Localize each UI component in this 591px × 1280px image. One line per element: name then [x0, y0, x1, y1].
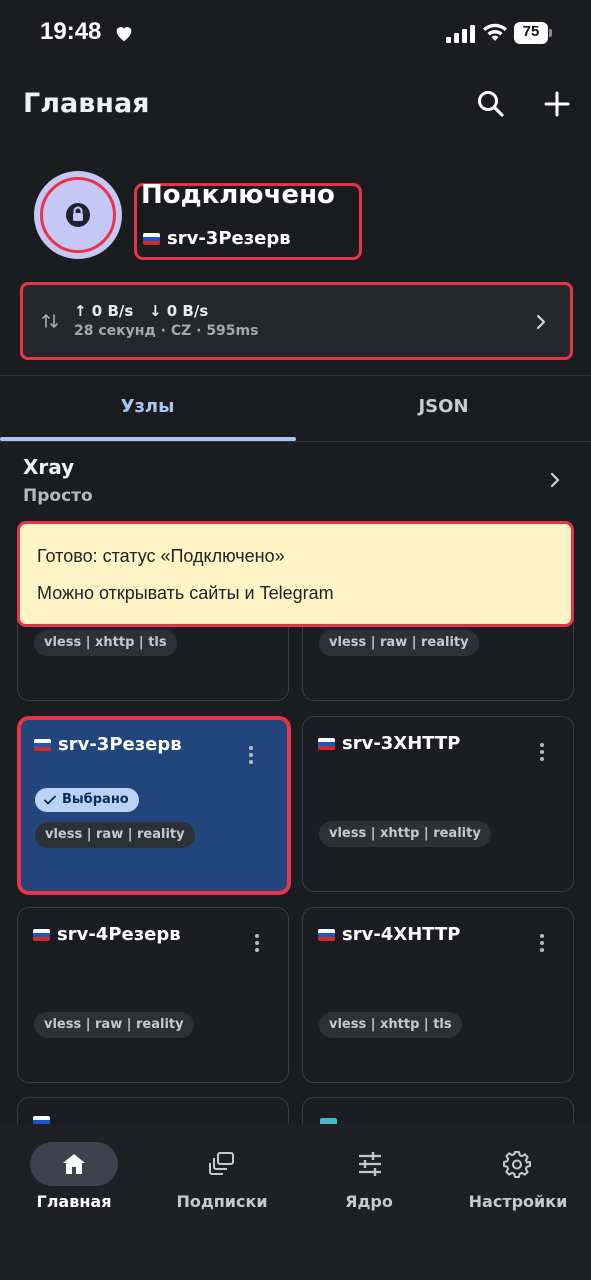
divider — [0, 375, 591, 376]
nav-core[interactable]: Ядро — [305, 1192, 433, 1211]
search-icon[interactable] — [475, 88, 507, 120]
node-name: srv-4XHTTP — [318, 924, 460, 945]
node-tags: vless | xhttp | reality — [319, 821, 491, 847]
connection-server: srv-3Резерв — [143, 228, 291, 249]
chevron-right-icon — [536, 314, 546, 330]
wifi-icon — [483, 23, 507, 41]
flag-ru-icon — [34, 738, 51, 751]
tab-nodes[interactable]: Узлы — [0, 396, 295, 417]
transfer-arrows-icon — [42, 314, 58, 328]
tab-json[interactable]: JSON — [296, 396, 591, 417]
home-icon[interactable] — [60, 1150, 88, 1178]
status-time: 19:48 — [40, 18, 102, 45]
gear-icon[interactable] — [503, 1150, 531, 1178]
heart-icon — [116, 27, 132, 42]
selected-badge: Выбрано — [35, 788, 139, 812]
flag-ru-icon — [33, 928, 50, 941]
battery-level: 75 — [522, 23, 540, 40]
nav-home[interactable]: Главная — [10, 1192, 138, 1211]
connection-details: 28 секунд · CZ · 595ms — [74, 323, 259, 339]
status-bar: 19:48 75 — [0, 0, 591, 70]
more-vert-icon[interactable] — [248, 746, 254, 768]
node-tags: vless | xhttp | tls — [319, 1012, 462, 1038]
node-card[interactable]: srv-4Резерв vless | raw | reality — [17, 907, 289, 1083]
flag-ru-icon — [318, 737, 335, 750]
nav-subscriptions[interactable]: Подписки — [158, 1192, 286, 1211]
node-tags: vless | raw | reality — [34, 1012, 194, 1038]
node-name-text: srv-3XHTTP — [342, 733, 461, 754]
more-vert-icon[interactable] — [539, 934, 545, 956]
node-card-selected[interactable]: srv-3Резерв Выбрано vless | raw | realit… — [17, 716, 291, 895]
download-speed: ↓ 0 B/s — [148, 302, 209, 320]
lock-icon — [66, 203, 90, 227]
node-name-text: srv-4Резерв — [57, 924, 181, 945]
connect-toggle-button[interactable] — [34, 171, 122, 259]
sliders-icon[interactable] — [356, 1150, 384, 1178]
node-card[interactable]: srv-4XHTTP vless | xhttp | tls — [302, 907, 574, 1083]
node-name-text: srv-4XHTTP — [342, 924, 461, 945]
core-subtitle: Просто — [23, 486, 93, 506]
status-toast: Готово: статус «Подключено» Можно открыв… — [17, 521, 574, 627]
page-title: Главная — [23, 88, 150, 119]
toast-message-line2: Можно открывать сайты и Telegram — [37, 583, 334, 603]
traffic-speed: ↑ 0 B/s ↓ 0 B/s — [74, 302, 208, 320]
bottom-navigation: Главная Подписки Ядро Настройки — [0, 1124, 591, 1280]
flag-ru-icon — [318, 928, 335, 941]
check-icon — [44, 795, 56, 805]
connection-status: Подключено — [141, 180, 335, 210]
node-card[interactable]: srv-3XHTTP vless | xhttp | reality — [302, 716, 574, 892]
nav-settings[interactable]: Настройки — [448, 1192, 588, 1211]
node-name: srv-3Резерв — [34, 734, 182, 755]
node-tags: vless | raw | reality — [319, 630, 479, 656]
cellular-signal-icon — [446, 25, 475, 43]
flag-ru-icon — [143, 232, 160, 245]
upload-speed: ↑ 0 B/s — [74, 302, 134, 320]
connection-server-name: srv-3Резерв — [167, 228, 291, 249]
node-tags: vless | raw | reality — [35, 822, 195, 848]
node-name-text: srv-3Резерв — [58, 734, 182, 755]
battery-icon: 75 — [514, 22, 552, 44]
traffic-stats-panel[interactable] — [20, 282, 573, 360]
core-title[interactable]: Xray — [23, 455, 74, 479]
add-icon[interactable] — [541, 88, 573, 120]
node-name: srv-3XHTTP — [318, 733, 460, 754]
subscriptions-icon[interactable] — [208, 1150, 236, 1178]
node-tags: vless | xhttp | tls — [34, 630, 177, 656]
selected-badge-label: Выбрано — [62, 792, 129, 807]
node-name: srv-4Резерв — [33, 924, 181, 945]
chevron-right-icon[interactable] — [546, 470, 564, 490]
toast-message-line1: Готово: статус «Подключено» — [37, 546, 285, 566]
more-vert-icon[interactable] — [254, 934, 260, 956]
more-vert-icon[interactable] — [539, 743, 545, 765]
divider — [0, 441, 591, 442]
